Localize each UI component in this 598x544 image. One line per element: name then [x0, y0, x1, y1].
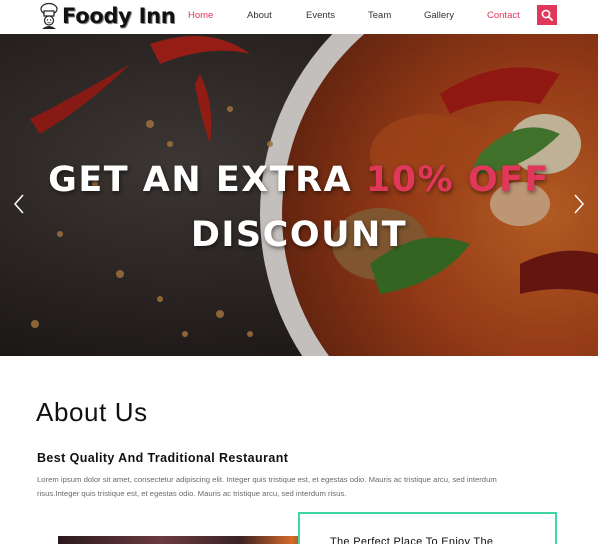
about-paragraph: Lorem ipsum dolor sit amet, consectetur …	[37, 475, 497, 498]
search-button[interactable]	[537, 5, 557, 25]
hero-headline-prefix: GET AN EXTRA	[48, 160, 366, 200]
nav-contact[interactable]: Contact	[487, 10, 520, 21]
feature-title: The Perfect Place To Enjoy The	[330, 536, 494, 544]
hero-headline-highlight: 10% OFF	[365, 160, 550, 200]
chevron-left-icon[interactable]	[12, 192, 26, 216]
nav-team[interactable]: Team	[368, 10, 391, 21]
about-image	[58, 536, 318, 544]
nav-events[interactable]: Events	[306, 10, 335, 21]
search-icon	[541, 9, 553, 21]
chevron-right-icon[interactable]	[572, 192, 586, 216]
about-subtitle: Best Quality And Traditional Restaurant	[37, 451, 289, 465]
about-title: About Us	[36, 397, 148, 427]
hero-headline-line2: DISCOUNT	[190, 215, 408, 255]
hero-slider: GET AN EXTRA 10% OFF DISCOUNT	[0, 34, 598, 356]
hero-headline-line1: GET AN EXTRA 10% OFF	[0, 160, 598, 200]
feature-box: The Perfect Place To Enjoy The	[298, 512, 557, 544]
main-nav: Home About Events Team Gallery Contact	[0, 10, 598, 24]
site-header: Foody Inn Home About Events Team Gallery…	[0, 0, 598, 34]
nav-gallery[interactable]: Gallery	[424, 10, 454, 21]
nav-about[interactable]: About	[247, 10, 272, 21]
nav-home[interactable]: Home	[188, 10, 213, 21]
